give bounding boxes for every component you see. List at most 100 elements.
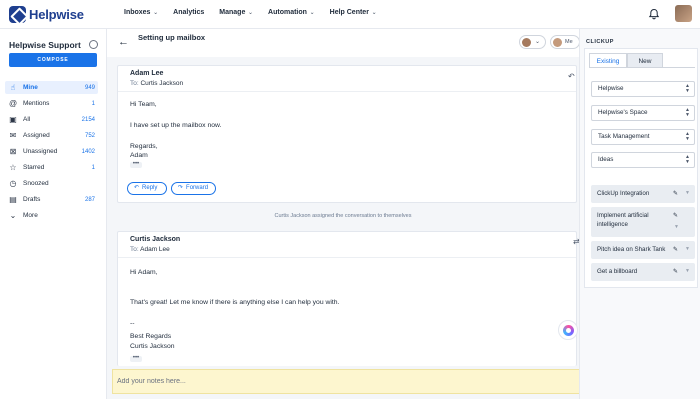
user-avatar[interactable] — [675, 5, 692, 22]
updown-icon: ▲ ▼ — [685, 83, 690, 94]
star-icon: ☆ — [9, 162, 17, 172]
nav-automation[interactable]: Automation ⌄ — [268, 9, 315, 16]
task-item[interactable]: ClickUp Integration ✎ ▼ — [591, 185, 695, 203]
chevron-down-icon[interactable]: ▼ — [685, 190, 690, 196]
pencil-icon[interactable]: ✎ — [673, 212, 678, 219]
assignee-label: Me — [565, 39, 573, 45]
sidebar-item-label: Starred — [23, 164, 45, 171]
sidebar-item-mine[interactable]: ☝ Mine 949 — [5, 81, 98, 94]
message-line: That's great! Let me know if there is an… — [130, 299, 340, 306]
task-name: ClickUp Integration — [597, 190, 650, 197]
nav-inboxes[interactable]: Inboxes ⌄ — [124, 9, 158, 16]
sidebar-item-count: 949 — [84, 84, 95, 91]
message-sender: Curtis Jackson — [130, 236, 181, 243]
pencil-icon[interactable]: ✎ — [673, 246, 678, 253]
chevron-down-icon[interactable]: ▼ — [674, 224, 679, 230]
tab-new[interactable]: New — [627, 53, 663, 68]
clickup-panel-body: Existing New Helpwise ▲ ▼ Helpwise's Space… — [584, 48, 698, 288]
forward-button[interactable]: ↷ Forward — [171, 182, 216, 195]
sidebar-item-snoozed[interactable]: ◷ Snoozed — [5, 177, 98, 190]
tab-existing[interactable]: Existing — [589, 53, 627, 68]
assignee-avatar — [522, 38, 531, 47]
compose-button[interactable]: COMPOSE — [9, 53, 97, 67]
task-item[interactable]: Implement artificial intelligence ✎ ▼ — [591, 207, 695, 237]
message-line: Best Regards — [130, 333, 172, 340]
draft-icon: ▤ — [9, 194, 17, 204]
assignee-me-pill[interactable]: Me — [550, 35, 580, 49]
sidebar-item-count: 752 — [84, 132, 95, 139]
divider — [118, 257, 576, 258]
conversation-header: ← Setting up mailbox ⌄ Me — [107, 29, 580, 57]
gear-icon[interactable] — [89, 40, 98, 49]
message-recipient: To: Curtis Jackson — [130, 80, 183, 87]
sidebar-item-count: 2154 — [81, 116, 95, 123]
sidebar-item-count: 1 — [91, 100, 95, 107]
message-line: Hi Adam, — [130, 269, 158, 276]
message-line: Hi Team, — [130, 101, 157, 108]
forward-label: Forward — [186, 185, 209, 191]
nav-label: Analytics — [173, 9, 205, 16]
list-select[interactable]: Ideas ▲ ▼ — [591, 152, 695, 168]
nav-label: Inboxes — [124, 9, 151, 16]
select-value: Ideas — [598, 156, 614, 163]
recipient-name: Adam Lee — [140, 246, 170, 253]
tab-underline — [589, 67, 695, 68]
notes-area — [112, 369, 580, 394]
space-select[interactable]: Helpwise's Space ▲ ▼ — [591, 105, 695, 121]
sidebar-item-unassigned[interactable]: ⊠ Unassigned 1402 — [5, 145, 98, 158]
reply-button[interactable]: ↶ Reply — [127, 182, 167, 195]
sidebar-item-label: More — [23, 212, 38, 219]
message-line: Adam — [130, 152, 148, 159]
folder-select[interactable]: Task Management ▲ ▼ — [591, 129, 695, 145]
expand-quoted-button[interactable]: ••• — [130, 161, 142, 168]
chevron-down-icon: ⌄ — [307, 10, 315, 16]
chevron-down-icon: ⌄ — [9, 210, 17, 220]
sidebar-item-more[interactable]: ⌄ More — [5, 209, 98, 222]
pencil-icon[interactable]: ✎ — [673, 190, 678, 197]
to-label: To: — [130, 80, 139, 87]
reply-icon: ↶ — [134, 185, 140, 191]
system-note: Curtis Jackson assigned the conversation… — [274, 213, 412, 219]
reply-icon[interactable]: ↶ — [568, 72, 575, 81]
expand-quoted-button[interactable]: ••• — [130, 355, 142, 362]
unassigned-icon: ⊠ — [9, 146, 17, 156]
workspace-select[interactable]: Helpwise ▲ ▼ — [591, 81, 695, 97]
chevron-down-icon[interactable]: ▼ — [685, 246, 690, 252]
chevron-down-icon[interactable]: ▼ — [685, 268, 690, 274]
inbox-title: Helpwise Support — [9, 40, 81, 50]
main-nav: Inboxes ⌄ Analytics Manage ⌄ Automation … — [124, 9, 392, 16]
assignee-dropdown[interactable]: ⌄ — [519, 35, 546, 49]
task-item[interactable]: Pitch idea on Shark Tank ✎ ▼ — [591, 241, 695, 259]
updown-icon: ▲ ▼ — [685, 154, 690, 165]
nav-manage[interactable]: Manage ⌄ — [219, 9, 253, 16]
notes-input[interactable] — [117, 374, 572, 388]
message-recipient: To: Adam Lee — [130, 246, 170, 253]
sidebar-item-all[interactable]: ▣ All 2154 — [5, 113, 98, 126]
chevron-down-icon: ⌄ — [246, 10, 254, 16]
task-item[interactable]: Get a billboard ✎ ▼ — [591, 263, 695, 281]
sidebar-item-count: 1402 — [81, 148, 95, 155]
sidebar-item-assigned[interactable]: ✉ Assigned 752 — [5, 129, 98, 142]
back-arrow-icon[interactable]: ← — [118, 36, 129, 48]
sidebar-item-drafts[interactable]: ▤ Drafts 287 — [5, 193, 98, 206]
divider — [118, 91, 576, 92]
nav-help-center[interactable]: Help Center ⌄ — [330, 9, 377, 16]
to-label: To: — [130, 246, 139, 253]
nav-analytics[interactable]: Analytics — [173, 9, 204, 16]
clickup-panel-title: CLICKUP — [586, 39, 614, 45]
bell-icon[interactable] — [648, 8, 660, 20]
message-sender: Adam Lee — [130, 70, 164, 77]
nav-label: Help Center — [329, 9, 369, 16]
sidebar-item-mentions[interactable]: @ Mentions 1 — [5, 97, 98, 110]
chevron-down-icon: ⌄ — [151, 10, 159, 16]
sidebar: Helpwise Support COMPOSE ☝ Mine 949 @ Me… — [0, 29, 107, 399]
reply-label: Reply — [142, 185, 158, 191]
select-value: Helpwise — [598, 85, 624, 92]
clickup-logo-icon[interactable] — [558, 320, 578, 340]
helpwise-logo[interactable]: Helpwise — [9, 6, 84, 23]
app-name: Helpwise — [29, 7, 84, 22]
pencil-icon[interactable]: ✎ — [673, 268, 678, 275]
sidebar-item-starred[interactable]: ☆ Starred 1 — [5, 161, 98, 174]
sidebar-item-label: Mentions — [23, 100, 50, 107]
sidebar-item-label: All — [23, 116, 31, 123]
